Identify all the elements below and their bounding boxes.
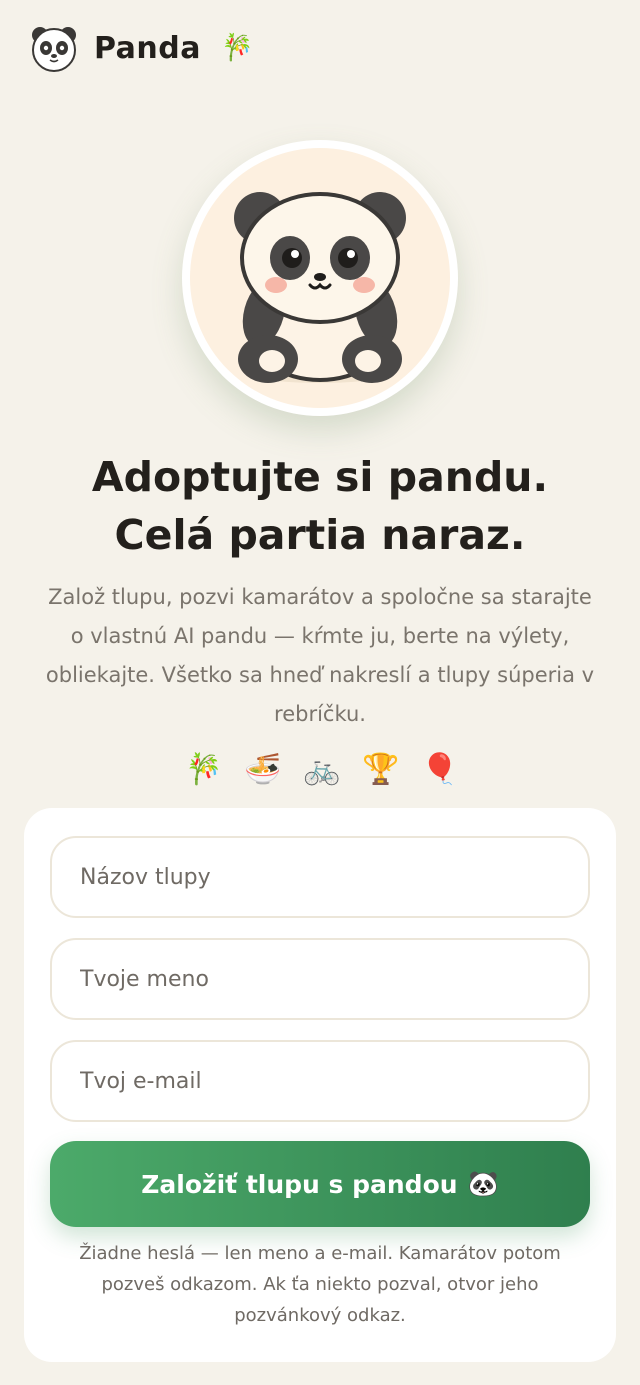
app-header: Panda 🎋 [28, 22, 253, 74]
group-name-input[interactable] [52, 838, 588, 916]
create-group-label: Založiť tlupu s pandou [141, 1169, 458, 1199]
page-title: Adoptujte si pandu. Celá partia naraz. [0, 448, 640, 564]
hero-avatar [182, 140, 458, 416]
brand-name: Panda [94, 30, 202, 66]
group-name-field[interactable] [50, 836, 590, 918]
panda-illustration [234, 192, 406, 383]
hero-description: Založ tlupu, pozvi kamarátov a spoločne … [45, 585, 595, 726]
bamboo-icon: 🎋 [221, 33, 254, 63]
balloon-icon: 🎈 [421, 752, 459, 787]
panda-icon: 🐼 [467, 1169, 499, 1198]
noodles-icon: 🍜 [244, 752, 282, 787]
bicycle-icon: 🚲 [303, 752, 341, 787]
trophy-icon: 🏆 [362, 752, 400, 787]
create-group-button[interactable]: Založiť tlupu s pandou 🐼 [50, 1141, 590, 1227]
email-field[interactable] [50, 1040, 590, 1122]
feature-icons: 🎋 🍜 🚲 🏆 🎈 [0, 752, 640, 787]
user-name-field[interactable] [50, 938, 590, 1020]
signup-card: Založiť tlupu s pandou 🐼 Žiadne heslá — … [24, 808, 616, 1362]
title-line-1: Adoptujte si pandu. [91, 453, 549, 501]
form-note: Žiadne heslá — len meno a e-mail. Kamará… [79, 1243, 561, 1326]
user-name-input[interactable] [52, 940, 588, 1018]
bamboo-icon: 🎋 [185, 752, 223, 787]
panda-logo-icon [32, 27, 76, 72]
email-input[interactable] [52, 1042, 588, 1120]
title-line-2: Celá partia naraz. [114, 511, 526, 559]
